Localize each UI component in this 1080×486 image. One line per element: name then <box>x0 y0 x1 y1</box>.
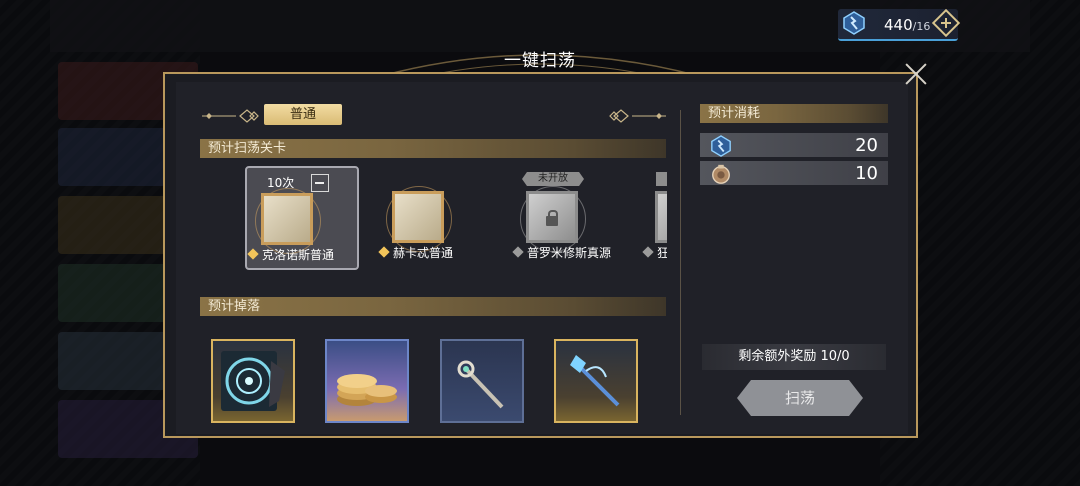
sweep-button[interactable]: 扫荡 <box>737 380 863 416</box>
gold-coins-icon <box>337 374 397 406</box>
lock-icon <box>546 210 558 226</box>
drop-item-coins[interactable] <box>325 339 409 423</box>
stage-thumbnail <box>395 194 441 240</box>
stage-name: 狂 <box>642 244 667 261</box>
section-header-drops: 预计掉落 <box>200 297 666 316</box>
tab-ornament-left <box>202 109 259 123</box>
panel-divider <box>680 110 681 415</box>
not-open-badge <box>656 172 667 186</box>
ticket-icon <box>712 164 730 184</box>
stage-name: 普罗米修斯真源 <box>512 244 611 261</box>
difficulty-diamond-icon <box>642 246 654 258</box>
cost-value: 20 <box>855 135 878 156</box>
stage-thumbnail <box>264 196 310 242</box>
stamina-resource-pill: 440/16 <box>838 8 961 41</box>
cost-value: 10 <box>855 163 878 184</box>
stage-name: 赫卡忒普通 <box>378 244 453 261</box>
difficulty-diamond-icon <box>247 248 259 260</box>
cost-row-ticket: 10 <box>700 161 888 185</box>
stage-card-prometheus: 普罗米修斯真源 <box>512 166 626 270</box>
close-button[interactable] <box>904 62 928 86</box>
record-disc-icon <box>221 351 285 411</box>
stage-card-kronos[interactable]: 10次 克洛诺斯普通 <box>245 166 359 270</box>
crystal-staff-icon <box>570 355 620 407</box>
tab-normal[interactable]: 普通 <box>264 104 342 125</box>
stage-thumbnail <box>658 194 667 240</box>
drop-item-staff[interactable] <box>554 339 638 423</box>
scepter-icon <box>457 360 504 409</box>
section-header-stages: 预计扫荡关卡 <box>200 139 666 158</box>
stamina-icon <box>711 135 731 157</box>
stamina-value: 440/16 <box>884 16 931 34</box>
stage-name: 克洛诺斯普通 <box>247 246 334 263</box>
cost-row-stamina: 20 <box>700 133 888 157</box>
add-stamina-button[interactable] <box>931 8 961 38</box>
extra-reward-counter: 剩余额外奖励 10/0 <box>702 344 886 370</box>
stamina-icon <box>843 11 865 35</box>
drop-item-record[interactable] <box>211 339 295 423</box>
tab-ornament-right <box>609 109 666 123</box>
difficulty-diamond-icon <box>378 246 390 258</box>
drop-item-scepter[interactable] <box>440 339 524 423</box>
decrease-count-button[interactable] <box>311 174 329 192</box>
section-header-cost: 预计消耗 <box>700 104 888 123</box>
stage-card-hecate[interactable]: 赫卡忒普通 <box>378 166 492 270</box>
stage-card-partial: 狂 <box>640 166 667 270</box>
difficulty-diamond-icon <box>512 246 524 258</box>
